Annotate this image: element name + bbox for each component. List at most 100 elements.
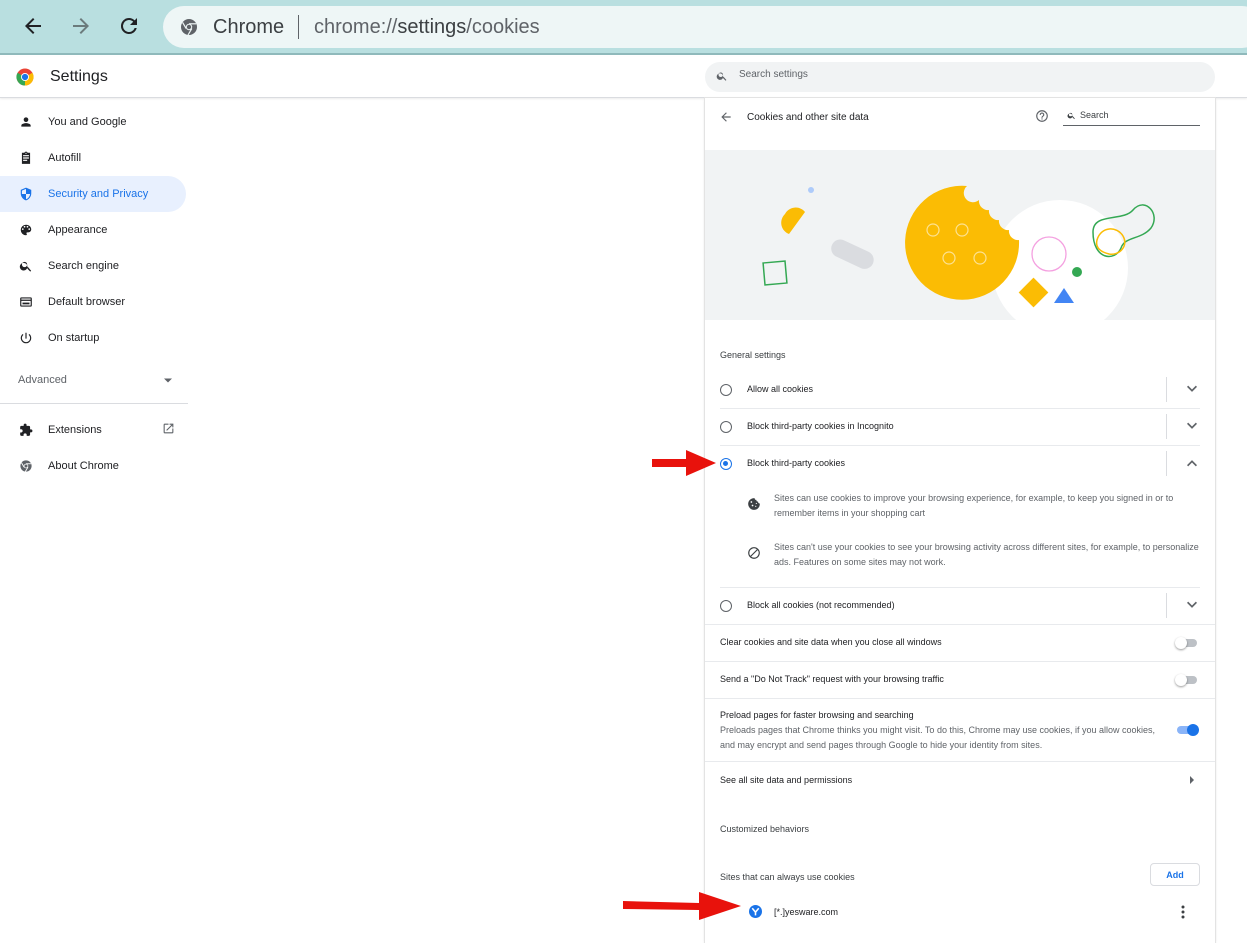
- search-icon: [1067, 112, 1075, 120]
- reload-icon: [120, 17, 137, 34]
- cookie-icon: [748, 498, 760, 510]
- annotation-arrow-icon: [623, 892, 741, 920]
- see-all-site-data-link[interactable]: See all site data and permissions: [720, 775, 852, 785]
- cookies-settings-card: Cookies and other site data Gener: [705, 98, 1215, 943]
- option-block-third-party-incognito[interactable]: Block third-party cookies in Incognito: [705, 408, 1215, 445]
- radio-allow-all[interactable]: [720, 384, 732, 396]
- browser-window-icon: [18, 294, 34, 310]
- radio-block-all[interactable]: [720, 600, 732, 612]
- divider: [705, 761, 1215, 762]
- back-arrow-icon[interactable]: [719, 110, 733, 124]
- divider: [1166, 451, 1167, 476]
- sidebar-item-label: About Chrome: [48, 460, 119, 472]
- sidebar-item-autofill[interactable]: Autofill: [0, 140, 186, 176]
- arrow-right-icon: [73, 18, 89, 34]
- chrome-logo-icon: [16, 68, 34, 86]
- sidebar-item-label: Appearance: [48, 224, 108, 236]
- divider: [1166, 414, 1167, 439]
- preload-description: Preloads pages that Chrome thinks you mi…: [720, 725, 1156, 750]
- more-vert-icon[interactable]: [1181, 905, 1185, 919]
- option-allow-all-cookies[interactable]: Allow all cookies: [705, 371, 1215, 408]
- sidebar-item-default-browser[interactable]: Default browser: [0, 284, 186, 320]
- sidebar-item-label: Extensions: [48, 424, 102, 436]
- caret-right-icon[interactable]: [1189, 776, 1195, 784]
- chrome-outline-icon: [18, 458, 34, 474]
- open-in-new-icon: [163, 423, 174, 434]
- chrome-page-icon: [181, 19, 197, 36]
- browser-reload-button[interactable]: [114, 11, 144, 41]
- radio-block-incognito[interactable]: [720, 421, 732, 433]
- address-bar-divider: [298, 15, 299, 39]
- always-allow-heading: Sites that can always use cookies: [720, 872, 855, 882]
- chevron-up-icon[interactable]: [1187, 459, 1197, 467]
- customized-behaviors-heading: Customized behaviors: [720, 824, 810, 834]
- search-settings-input[interactable]: [739, 69, 1139, 80]
- annotation-arrow-icon: [652, 450, 716, 476]
- site-exception-name: [*.]yesware.com: [774, 907, 839, 917]
- general-settings-heading: General settings: [720, 350, 786, 360]
- preload-toggle[interactable]: [1175, 724, 1199, 736]
- sidebar-item-label: Autofill: [48, 152, 82, 164]
- address-bar-chip: Chrome: [213, 16, 285, 38]
- preload-title: Preload pages for faster browsing and se…: [720, 710, 914, 720]
- sidebar-item-label: Default browser: [48, 296, 126, 308]
- cookies-illustration: [705, 150, 1215, 320]
- address-bar[interactable]: Chrome chrome://settings/cookies: [163, 6, 1247, 48]
- option-detail-text: Sites can't use your cookies to see your…: [774, 542, 1199, 567]
- sidebar-item-on-startup[interactable]: On startup: [0, 320, 186, 356]
- option-detail-text: Sites can use cookies to improve your br…: [774, 493, 1174, 518]
- option-block-third-party[interactable]: Block third-party cookies: [705, 445, 1215, 482]
- sidebar-advanced-toggle[interactable]: Advanced: [0, 356, 188, 404]
- sidebar-item-label: Search engine: [48, 260, 119, 272]
- subpage-title: Cookies and other site data: [747, 112, 869, 123]
- block-icon: [748, 547, 760, 559]
- cookies-illustration-graphic: [762, 185, 1155, 320]
- do-not-track-toggle[interactable]: [1175, 674, 1199, 686]
- sidebar-item-appearance[interactable]: Appearance: [0, 212, 186, 248]
- add-site-button[interactable]: Add: [1150, 863, 1200, 886]
- search-icon: [716, 72, 727, 81]
- caret-down-icon: [164, 378, 172, 383]
- sidebar-item-search-engine[interactable]: Search engine: [0, 248, 186, 284]
- subpage-search-box[interactable]: [1063, 108, 1200, 126]
- url-path: /cookies: [466, 16, 540, 38]
- divider: [705, 698, 1215, 699]
- option-label: Block third-party cookies in Incognito: [747, 421, 894, 431]
- power-icon: [18, 330, 34, 346]
- clear-on-exit-toggle[interactable]: [1175, 637, 1199, 649]
- divider: [1166, 377, 1167, 402]
- help-icon[interactable]: [1035, 109, 1049, 123]
- person-icon: [18, 114, 34, 130]
- arrow-left-icon: [25, 18, 41, 34]
- search-icon: [18, 258, 34, 274]
- sidebar-item-label: On startup: [48, 332, 100, 344]
- sidebar-advanced-label: Advanced: [18, 373, 67, 386]
- radio-block-third-party[interactable]: [720, 458, 732, 470]
- option-label: Block all cookies (not recommended): [747, 600, 895, 610]
- sidebar-item-about-chrome[interactable]: About Chrome: [0, 448, 186, 484]
- do-not-track-row: Send a "Do Not Track" request with your …: [705, 661, 1215, 698]
- puzzle-icon: [18, 422, 34, 438]
- option-label: Allow all cookies: [747, 384, 814, 394]
- browser-forward-button[interactable]: [66, 11, 96, 41]
- url-host: settings: [397, 16, 467, 38]
- chevron-down-icon[interactable]: [1187, 422, 1197, 430]
- option-block-all-cookies[interactable]: Block all cookies (not recommended): [705, 587, 1215, 624]
- settings-sidebar: You and Google Autofill Security and Pri…: [0, 104, 188, 484]
- chevron-down-icon[interactable]: [1187, 385, 1197, 393]
- address-bar-url: chrome://settings/cookies: [314, 16, 540, 39]
- toggle-label: Send a "Do Not Track" request with your …: [720, 674, 944, 684]
- settings-header: Settings: [0, 57, 1247, 98]
- search-settings-box[interactable]: [705, 62, 1215, 92]
- sidebar-item-extensions[interactable]: Extensions: [0, 412, 186, 448]
- page-title: Settings: [50, 68, 108, 85]
- clipboard-icon: [18, 150, 34, 166]
- browser-toolbar: Chrome chrome://settings/cookies: [0, 0, 1247, 55]
- chevron-down-icon[interactable]: [1187, 601, 1197, 609]
- subpage-search-input[interactable]: [1080, 110, 1195, 120]
- sidebar-item-security-and-privacy[interactable]: Security and Privacy: [0, 176, 186, 212]
- sidebar-item-you-and-google[interactable]: You and Google: [0, 104, 186, 140]
- url-scheme: chrome://: [314, 16, 398, 38]
- subpage-header: Cookies and other site data: [705, 98, 1215, 150]
- browser-back-button[interactable]: [18, 11, 48, 41]
